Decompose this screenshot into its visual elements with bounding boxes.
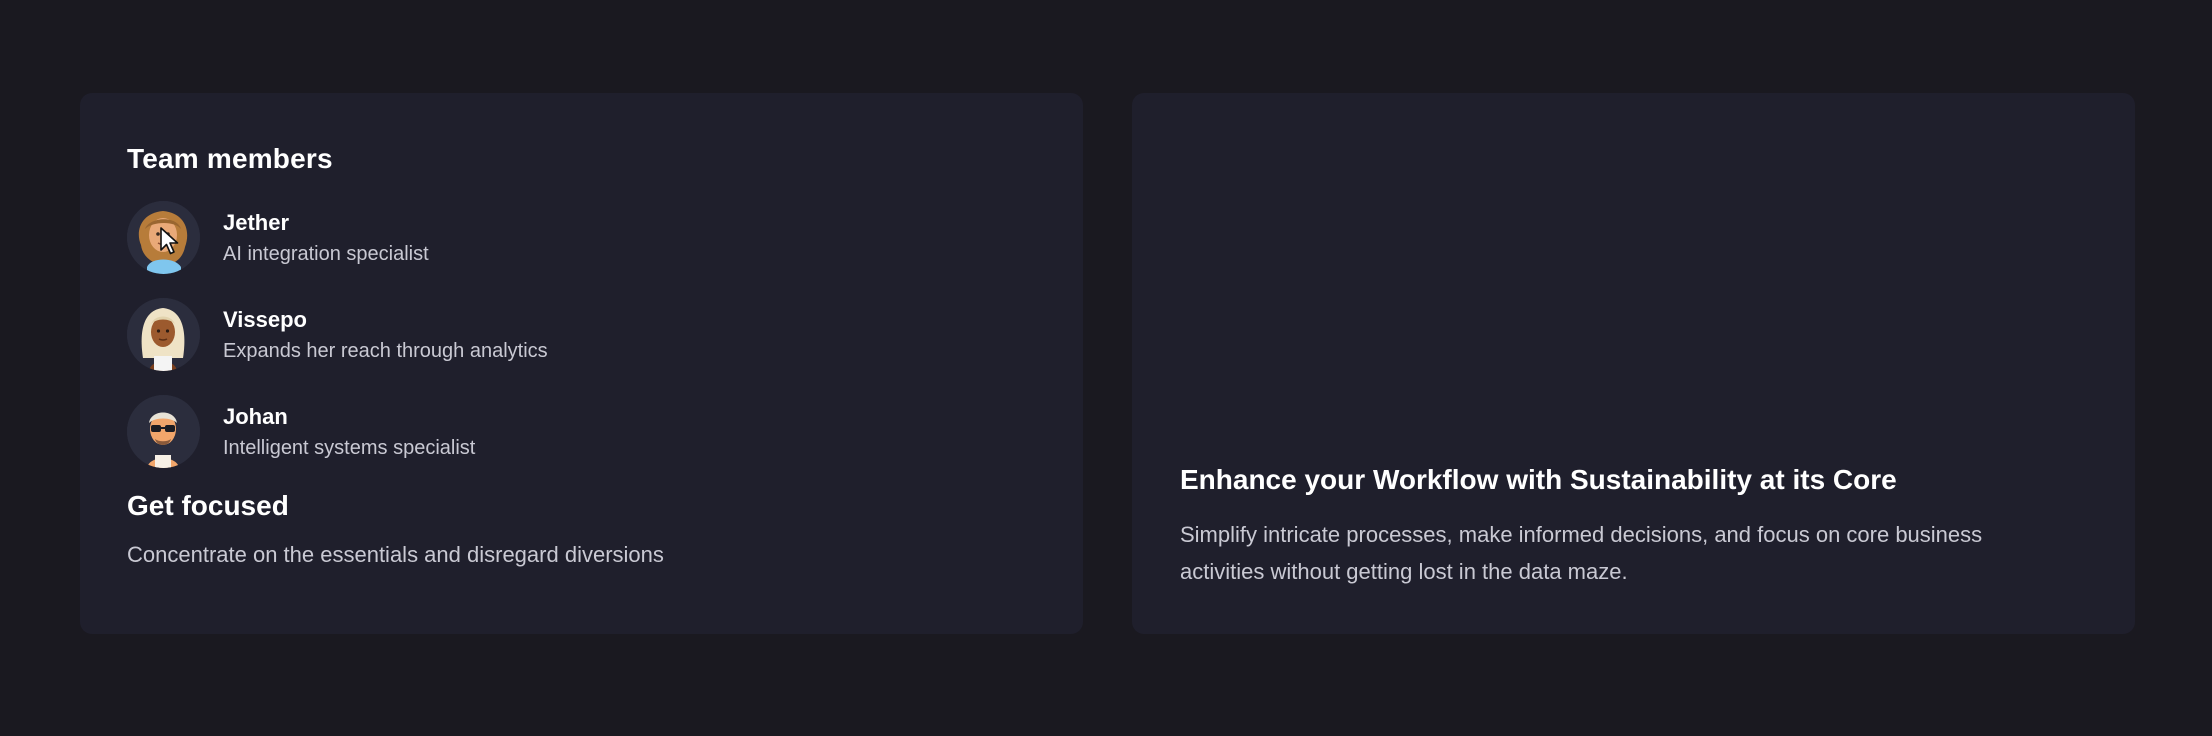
team-member-name: Jether bbox=[223, 209, 290, 235]
avatar-sunglasses-icon bbox=[127, 395, 200, 468]
page: Team members Jether AI integration speci… bbox=[0, 0, 2212, 736]
team-card: Team members Jether AI integration speci… bbox=[80, 93, 1083, 634]
feature-title: Enhance your Workflow with Sustainabilit… bbox=[1180, 464, 1897, 495]
team-member-johan: Johan Intelligent systems specialist bbox=[127, 395, 1036, 468]
get-focused-text: Concentrate on the essentials and disreg… bbox=[127, 542, 664, 567]
team-member-role: Intelligent systems specialist bbox=[223, 436, 476, 459]
team-member-text: Vissepo Expands her reach through analyt… bbox=[223, 305, 548, 365]
feature-card: Enhance your Workflow with Sustainabilit… bbox=[1132, 93, 2135, 634]
team-member-name: Vissepo bbox=[223, 306, 307, 332]
team-member-name: Johan bbox=[223, 403, 288, 429]
get-focused-title: Get focused bbox=[127, 490, 289, 521]
team-member-role: Expands her reach through analytics bbox=[223, 339, 548, 362]
team-member-role: AI integration specialist bbox=[223, 242, 429, 265]
team-member-text: Johan Intelligent systems specialist bbox=[223, 402, 475, 462]
team-member-text: Jether AI integration specialist bbox=[223, 208, 429, 268]
avatar-long-blonde-hair-icon bbox=[127, 298, 200, 371]
feature-description: Simplify intricate processes, make infor… bbox=[1180, 522, 1983, 584]
feature-card-content: Enhance your Workflow with Sustainabilit… bbox=[1180, 462, 2087, 590]
team-member-jether: Jether AI integration specialist bbox=[127, 201, 1036, 274]
team-members-title: Team members bbox=[127, 143, 333, 174]
team-members-list: Jether AI integration specialist Vissepo… bbox=[127, 201, 1036, 468]
team-card-content: Team members Jether AI integration speci… bbox=[127, 143, 1036, 570]
team-member-vissepo: Vissepo Expands her reach through analyt… bbox=[127, 298, 1036, 371]
avatar-curly-hair-icon bbox=[127, 201, 200, 274]
